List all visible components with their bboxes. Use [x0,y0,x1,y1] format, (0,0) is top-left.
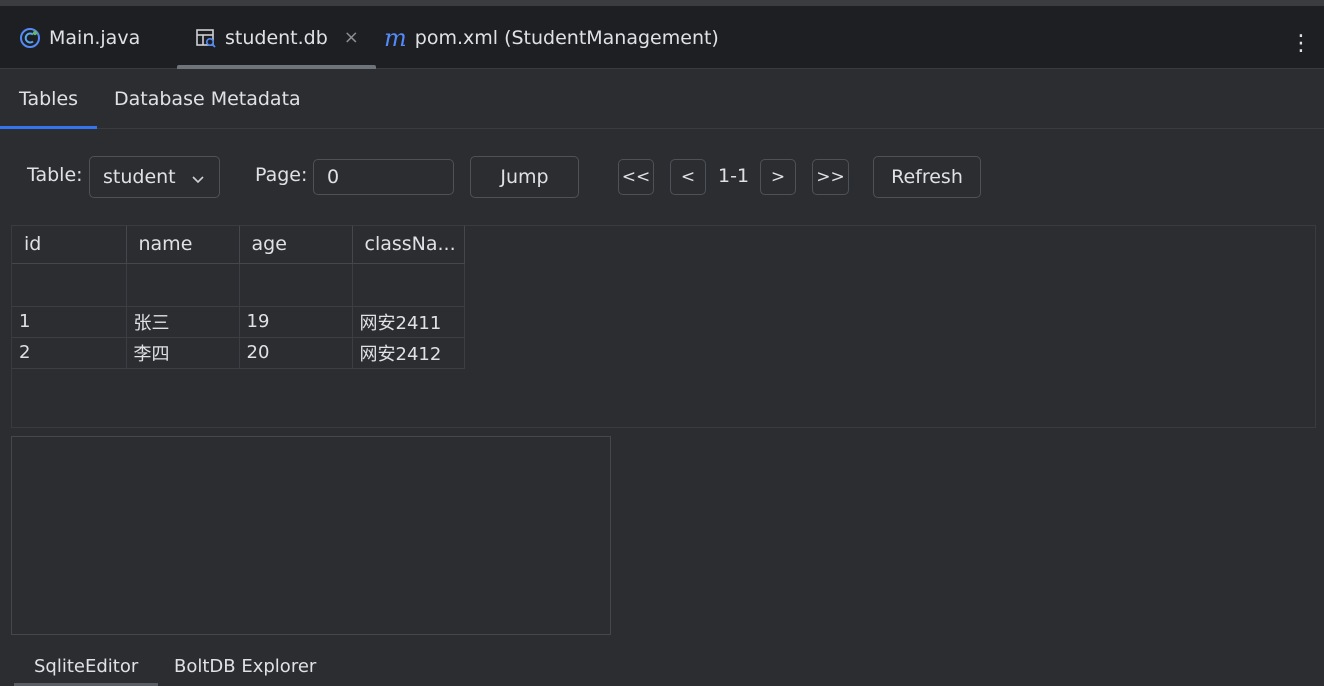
table-cell[interactable]: 20 [239,337,353,369]
filter-cell[interactable] [352,263,465,307]
column-header-age[interactable]: age [239,226,353,264]
close-icon[interactable]: × [344,27,359,48]
sub-tab-bar: Tables Database Metadata [0,69,1324,129]
editor-tab-label: Main.java [49,26,141,49]
column-header-id[interactable]: id [12,226,127,264]
table-select-value: student [103,166,176,188]
table-toolbar: Table: student Page: 0 Jump << < 1-1 > >… [0,150,1324,206]
tab-label: SqliteEditor [34,655,139,677]
editor-tab-student-db[interactable]: student.db × [177,6,376,69]
prev-page-button[interactable]: < [670,159,706,195]
table-cell[interactable]: 张三 [126,306,240,338]
table-label: Table: [27,164,83,186]
tab-tables[interactable]: Tables [0,69,98,129]
editor-tab-pom-xml[interactable]: m pom.xml (StudentManagement) [384,6,719,69]
tab-database-metadata[interactable]: Database Metadata [114,69,301,129]
tool-window-tab-bar: SqliteEditor BoltDB Explorer [0,646,1324,686]
tab-label: Database Metadata [114,88,301,110]
table-row[interactable]: 1 张三 19 网安2411 [12,306,465,338]
table-cell[interactable]: 2 [12,337,127,369]
page-label: Page: [255,164,308,186]
editor-tab-main-java[interactable]: Main.java [19,6,140,69]
java-class-icon [19,27,41,49]
column-header-name[interactable]: name [126,226,240,264]
filter-cell[interactable] [126,263,240,307]
column-header-classname[interactable]: classNa... [352,226,465,264]
editor-tab-label: student.db [225,26,328,49]
jump-button[interactable]: Jump [470,156,579,198]
last-page-button[interactable]: >> [812,159,849,195]
refresh-button[interactable]: Refresh [873,156,981,198]
filter-row [12,263,465,307]
data-table: id name age classNa... 1 张三 19 网安2411 2 [12,226,465,369]
editor-tab-bar: Main.java student.db × m pom.xml (Studen… [0,6,1324,69]
more-options-icon[interactable]: ⋮ [1290,12,1312,75]
maven-icon: m [384,23,407,52]
table-cell[interactable]: 李四 [126,337,240,369]
chevron-down-icon [191,169,205,191]
tab-label: Tables [19,88,79,110]
tab-label: BoltDB Explorer [174,655,317,677]
first-page-button[interactable]: << [618,159,654,195]
database-table-icon [195,27,217,49]
table-cell[interactable]: 网安2412 [352,337,465,369]
table-cell[interactable]: 网安2411 [352,306,465,338]
next-page-button[interactable]: > [760,159,796,195]
filter-cell[interactable] [12,263,127,307]
tab-sqlite-editor[interactable]: SqliteEditor [14,646,159,686]
table-row[interactable]: 2 李四 20 网安2412 [12,337,465,369]
page-range-text: 1-1 [718,165,750,187]
detail-panel [11,436,611,635]
filter-cell[interactable] [239,263,353,307]
table-grid-panel: id name age classNa... 1 张三 19 网安2411 2 [11,225,1316,428]
table-cell[interactable]: 19 [239,306,353,338]
editor-tab-label: pom.xml (StudentManagement) [414,26,719,49]
table-cell[interactable]: 1 [12,306,127,338]
table-select[interactable]: student [89,156,220,198]
page-input[interactable]: 0 [313,159,454,195]
tab-boltdb-explorer[interactable]: BoltDB Explorer [174,646,316,686]
